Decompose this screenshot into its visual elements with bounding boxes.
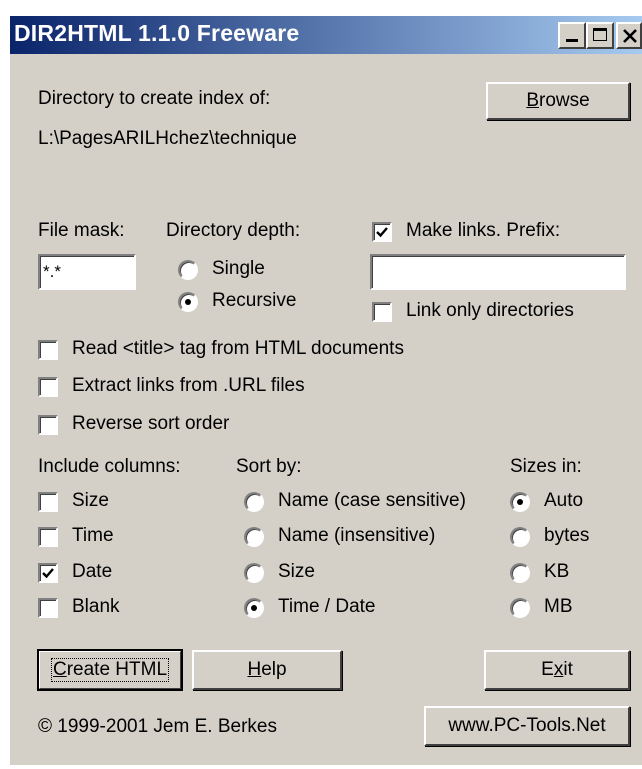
sort-name-insensitive-label: Name (insensitive)	[278, 525, 436, 546]
size-auto-radio[interactable]: Auto	[510, 490, 610, 514]
website-button[interactable]: www.PC-Tools.Net	[424, 706, 630, 746]
radio-indicator	[244, 492, 264, 512]
column-time-label: Time	[72, 525, 114, 546]
directory-label: Directory to create index of:	[38, 88, 271, 109]
size-mb-radio[interactable]: MB	[510, 596, 610, 620]
sort-name-case-radio[interactable]: Name (case sensitive)	[244, 490, 494, 514]
sort-by-label: Sort by:	[236, 456, 302, 477]
column-size-label: Size	[72, 490, 109, 511]
create-html-label: Create HTML	[50, 658, 170, 682]
help-label: Help	[247, 659, 287, 680]
app-window: DIR2HTML 1.1.0 Freeware Directory to cre…	[8, 14, 642, 765]
checkmark-icon	[376, 227, 388, 238]
close-icon	[623, 29, 637, 43]
checkbox-box	[38, 377, 58, 397]
sort-time-date-radio[interactable]: Time / Date	[244, 596, 414, 620]
close-button[interactable]	[616, 22, 642, 49]
size-mb-label: MB	[544, 596, 573, 617]
maximize-button[interactable]	[586, 22, 614, 49]
sort-name-case-label: Name (case sensitive)	[278, 490, 466, 511]
reverse-sort-checkbox[interactable]: Reverse sort order	[38, 413, 278, 437]
radio-indicator	[510, 563, 530, 583]
title-bar[interactable]: DIR2HTML 1.1.0 Freeware	[10, 16, 642, 54]
radio-indicator	[244, 563, 264, 583]
size-auto-label: Auto	[544, 490, 584, 511]
link-only-dirs-checkbox[interactable]: Link only directories	[372, 300, 612, 324]
column-date-label: Date	[72, 561, 113, 582]
depth-single-radio[interactable]: Single	[178, 258, 298, 282]
size-bytes-radio[interactable]: bytes	[510, 525, 610, 549]
directory-depth-label: Directory depth:	[166, 220, 301, 241]
depth-single-label: Single	[212, 258, 265, 279]
column-blank-label: Blank	[72, 596, 120, 617]
exit-label: Exit	[541, 659, 573, 680]
minimize-button[interactable]	[558, 22, 586, 49]
read-title-checkbox[interactable]: Read <title> tag from HTML documents	[38, 338, 478, 362]
column-date-checkbox[interactable]: Date	[38, 561, 158, 585]
radio-indicator	[510, 598, 530, 618]
sort-size-radio[interactable]: Size	[244, 561, 364, 585]
sort-size-label: Size	[278, 561, 315, 582]
read-title-label: Read <title> tag from HTML documents	[72, 338, 404, 359]
file-mask-input[interactable]	[38, 254, 136, 290]
browse-label: Browse	[526, 90, 590, 111]
window-title: DIR2HTML 1.1.0 Freeware	[14, 20, 300, 46]
depth-recursive-label: Recursive	[212, 290, 297, 311]
minimize-icon	[566, 39, 578, 42]
checkbox-box	[372, 222, 392, 242]
radio-indicator	[244, 598, 264, 618]
size-kb-label: KB	[544, 561, 570, 582]
checkbox-box	[38, 527, 58, 547]
radio-indicator	[178, 260, 198, 280]
link-prefix-input[interactable]	[370, 254, 626, 290]
radio-indicator	[510, 527, 530, 547]
link-only-dirs-label: Link only directories	[406, 300, 574, 321]
checkbox-box	[38, 415, 58, 435]
checkmark-icon	[42, 568, 54, 579]
maximize-icon	[593, 28, 607, 41]
extract-links-checkbox[interactable]: Extract links from .URL files	[38, 375, 378, 399]
sizes-in-label: Sizes in:	[510, 456, 582, 477]
directory-path: L:\PagesARILHchez\technique	[38, 128, 297, 149]
radio-indicator	[510, 492, 530, 512]
column-time-checkbox[interactable]: Time	[38, 525, 158, 549]
size-kb-radio[interactable]: KB	[510, 561, 610, 585]
browse-button[interactable]: Browse	[486, 82, 630, 120]
checkbox-box	[372, 302, 392, 322]
website-label: www.PC-Tools.Net	[448, 715, 606, 736]
help-button[interactable]: Help	[192, 650, 342, 690]
include-columns-label: Include columns:	[38, 456, 181, 477]
exit-button[interactable]: Exit	[484, 650, 630, 690]
depth-recursive-radio[interactable]: Recursive	[178, 290, 318, 314]
size-bytes-label: bytes	[544, 525, 590, 546]
checkbox-box	[38, 598, 58, 618]
reverse-sort-label: Reverse sort order	[72, 413, 230, 434]
column-size-checkbox[interactable]: Size	[38, 490, 158, 514]
checkbox-box	[38, 340, 58, 360]
make-links-checkbox[interactable]: Make links. Prefix:	[372, 220, 612, 244]
extract-links-label: Extract links from .URL files	[72, 375, 305, 396]
make-links-label: Make links. Prefix:	[406, 220, 561, 241]
checkbox-box	[38, 563, 58, 583]
file-mask-label: File mask:	[38, 220, 125, 241]
copyright-text: © 1999-2001 Jem E. Berkes	[38, 716, 277, 737]
create-html-button[interactable]: Create HTML	[37, 649, 183, 691]
radio-indicator	[178, 292, 198, 312]
checkbox-box	[38, 492, 58, 512]
radio-indicator	[244, 527, 264, 547]
sort-time-date-label: Time / Date	[278, 596, 376, 617]
column-blank-checkbox[interactable]: Blank	[38, 596, 158, 620]
sort-name-insensitive-radio[interactable]: Name (insensitive)	[244, 525, 474, 549]
